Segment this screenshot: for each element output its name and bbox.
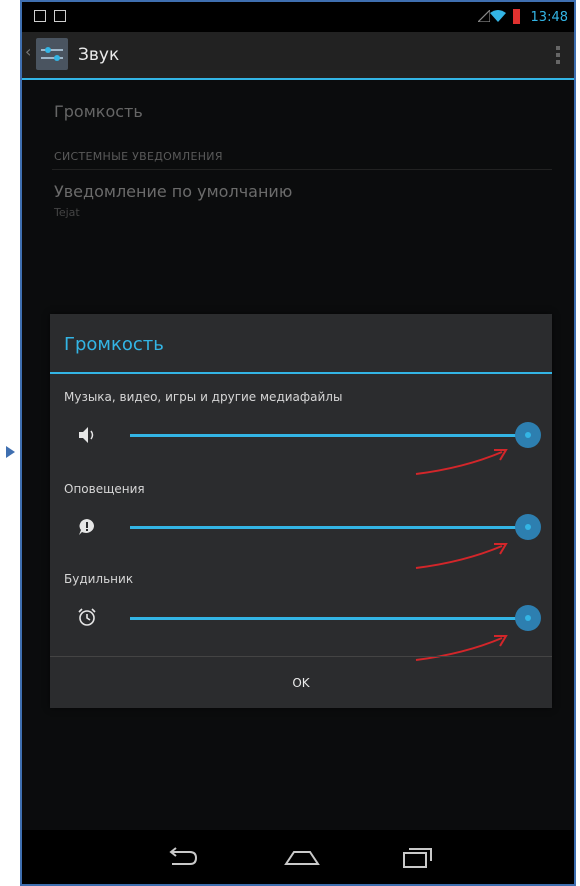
download-notification-icon	[34, 10, 46, 22]
home-icon[interactable]	[284, 844, 320, 870]
image-notification-icon	[54, 10, 66, 22]
alarm-clock-icon[interactable]	[76, 606, 98, 628]
slider-track	[130, 617, 528, 620]
signal-icon	[478, 10, 490, 22]
back-icon[interactable]	[166, 844, 202, 870]
slider-thumb[interactable]	[515, 605, 541, 631]
volume-dialog: Громкость Музыка, видео, игры и другие м…	[50, 314, 552, 708]
overflow-menu-icon[interactable]	[556, 46, 560, 67]
media-volume-label: Музыка, видео, игры и другие медиафайлы	[64, 390, 343, 404]
slider-track	[130, 434, 528, 437]
section-header: СИСТЕМНЫЕ УВЕДОМЛЕНИЯ	[54, 150, 223, 163]
dialog-title: Громкость	[64, 334, 164, 355]
section-divider	[52, 169, 552, 170]
annotation-arrow	[415, 543, 508, 569]
recent-apps-icon[interactable]	[400, 844, 436, 870]
settings-item-volume[interactable]: Громкость	[54, 102, 143, 121]
slider-thumb[interactable]	[515, 514, 541, 540]
speaker-icon[interactable]	[76, 424, 98, 446]
status-time: 13:48	[530, 10, 568, 25]
settings-item-default-notification[interactable]: Уведомление по умолчанию	[54, 182, 292, 201]
annotation-pointer-arrow	[6, 446, 15, 458]
dialog-title-divider	[50, 372, 552, 374]
chevron-left-icon[interactable]: ‹	[25, 42, 31, 61]
navigation-bar	[22, 830, 574, 884]
wifi-icon	[490, 10, 506, 22]
settings-item-summary: Tejat	[54, 206, 80, 219]
ok-button[interactable]: OK	[50, 657, 552, 708]
alarm-volume-slider[interactable]	[130, 605, 541, 631]
notifications-volume-slider[interactable]	[130, 514, 541, 540]
alarm-volume-label: Будильник	[64, 572, 134, 586]
notification-bubble-icon[interactable]	[76, 516, 98, 538]
settings-sound-icon[interactable]	[36, 38, 68, 70]
slider-thumb[interactable]	[515, 422, 541, 448]
action-bar: ‹ Звук	[22, 32, 574, 80]
page-title: Звук	[78, 45, 120, 65]
status-bar: 13:48	[22, 2, 574, 32]
tablet-screen: 13:48 ‹ Звук Громкость СИСТЕМНЫЕ УВЕДОМЛ…	[20, 0, 576, 886]
slider-track	[130, 526, 528, 529]
annotation-arrow	[415, 449, 508, 475]
media-volume-slider[interactable]	[130, 422, 541, 448]
settings-list: Громкость СИСТЕМНЫЕ УВЕДОМЛЕНИЯ Уведомле…	[22, 80, 574, 832]
battery-icon	[513, 9, 520, 24]
notifications-volume-label: Оповещения	[64, 482, 145, 496]
